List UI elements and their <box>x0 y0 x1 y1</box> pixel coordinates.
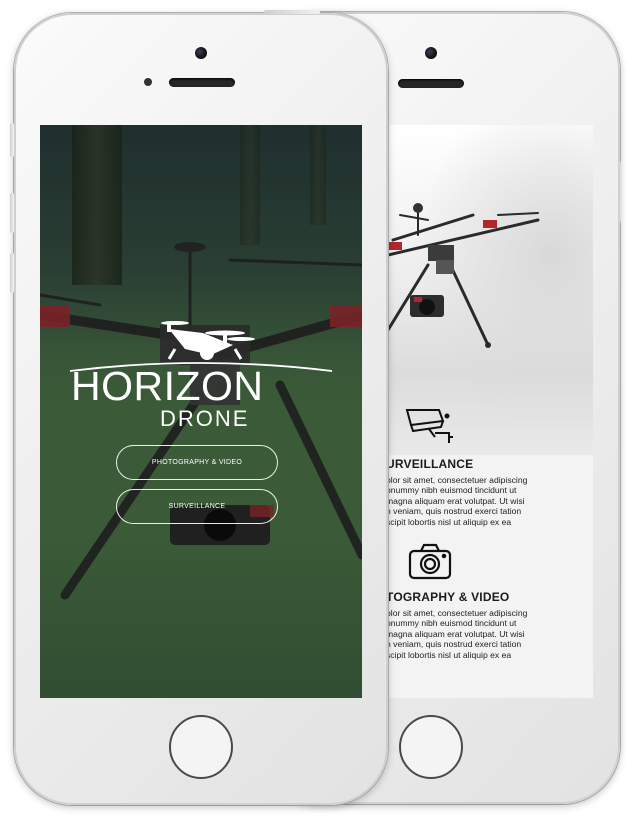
surveillance-text: olor sit amet, consectetuer adipiscing o… <box>388 475 528 527</box>
home-button-front[interactable] <box>169 715 233 779</box>
photo-camera-icon <box>408 543 452 580</box>
power-button <box>619 162 623 222</box>
home-screen: HORIZON DRONE PHOTOGRAPHY & VIDEO SURVEI… <box>40 125 362 698</box>
cctv-camera-icon <box>405 409 453 443</box>
surveillance-button[interactable]: SURVEILLANCE <box>116 489 278 524</box>
photography-title: TOGRAPHY & VIDEO <box>388 590 510 604</box>
drone-image <box>388 203 540 348</box>
speaker-grille <box>169 78 235 87</box>
photography-text: olor sit amet, consectetuer adipiscing o… <box>388 608 528 660</box>
mute-switch <box>10 123 14 157</box>
photography-video-button[interactable]: PHOTOGRAPHY & VIDEO <box>116 445 278 480</box>
brand-title: HORIZON <box>71 363 264 409</box>
volume-down-button <box>10 253 14 293</box>
volume-up-button <box>10 193 14 233</box>
front-camera <box>425 47 437 59</box>
brand-subtitle: DRONE <box>160 406 250 431</box>
home-button-back[interactable] <box>399 715 463 779</box>
features-screen: URVEILLANCE olor sit amet, consectetuer … <box>388 125 593 698</box>
tree-trunk <box>240 125 260 245</box>
sleep-button <box>264 10 320 14</box>
tree-trunk <box>310 125 326 225</box>
proximity-sensor <box>144 78 152 86</box>
speaker-grille <box>398 79 464 88</box>
surveillance-title: URVEILLANCE <box>388 457 474 471</box>
front-camera <box>195 47 207 59</box>
